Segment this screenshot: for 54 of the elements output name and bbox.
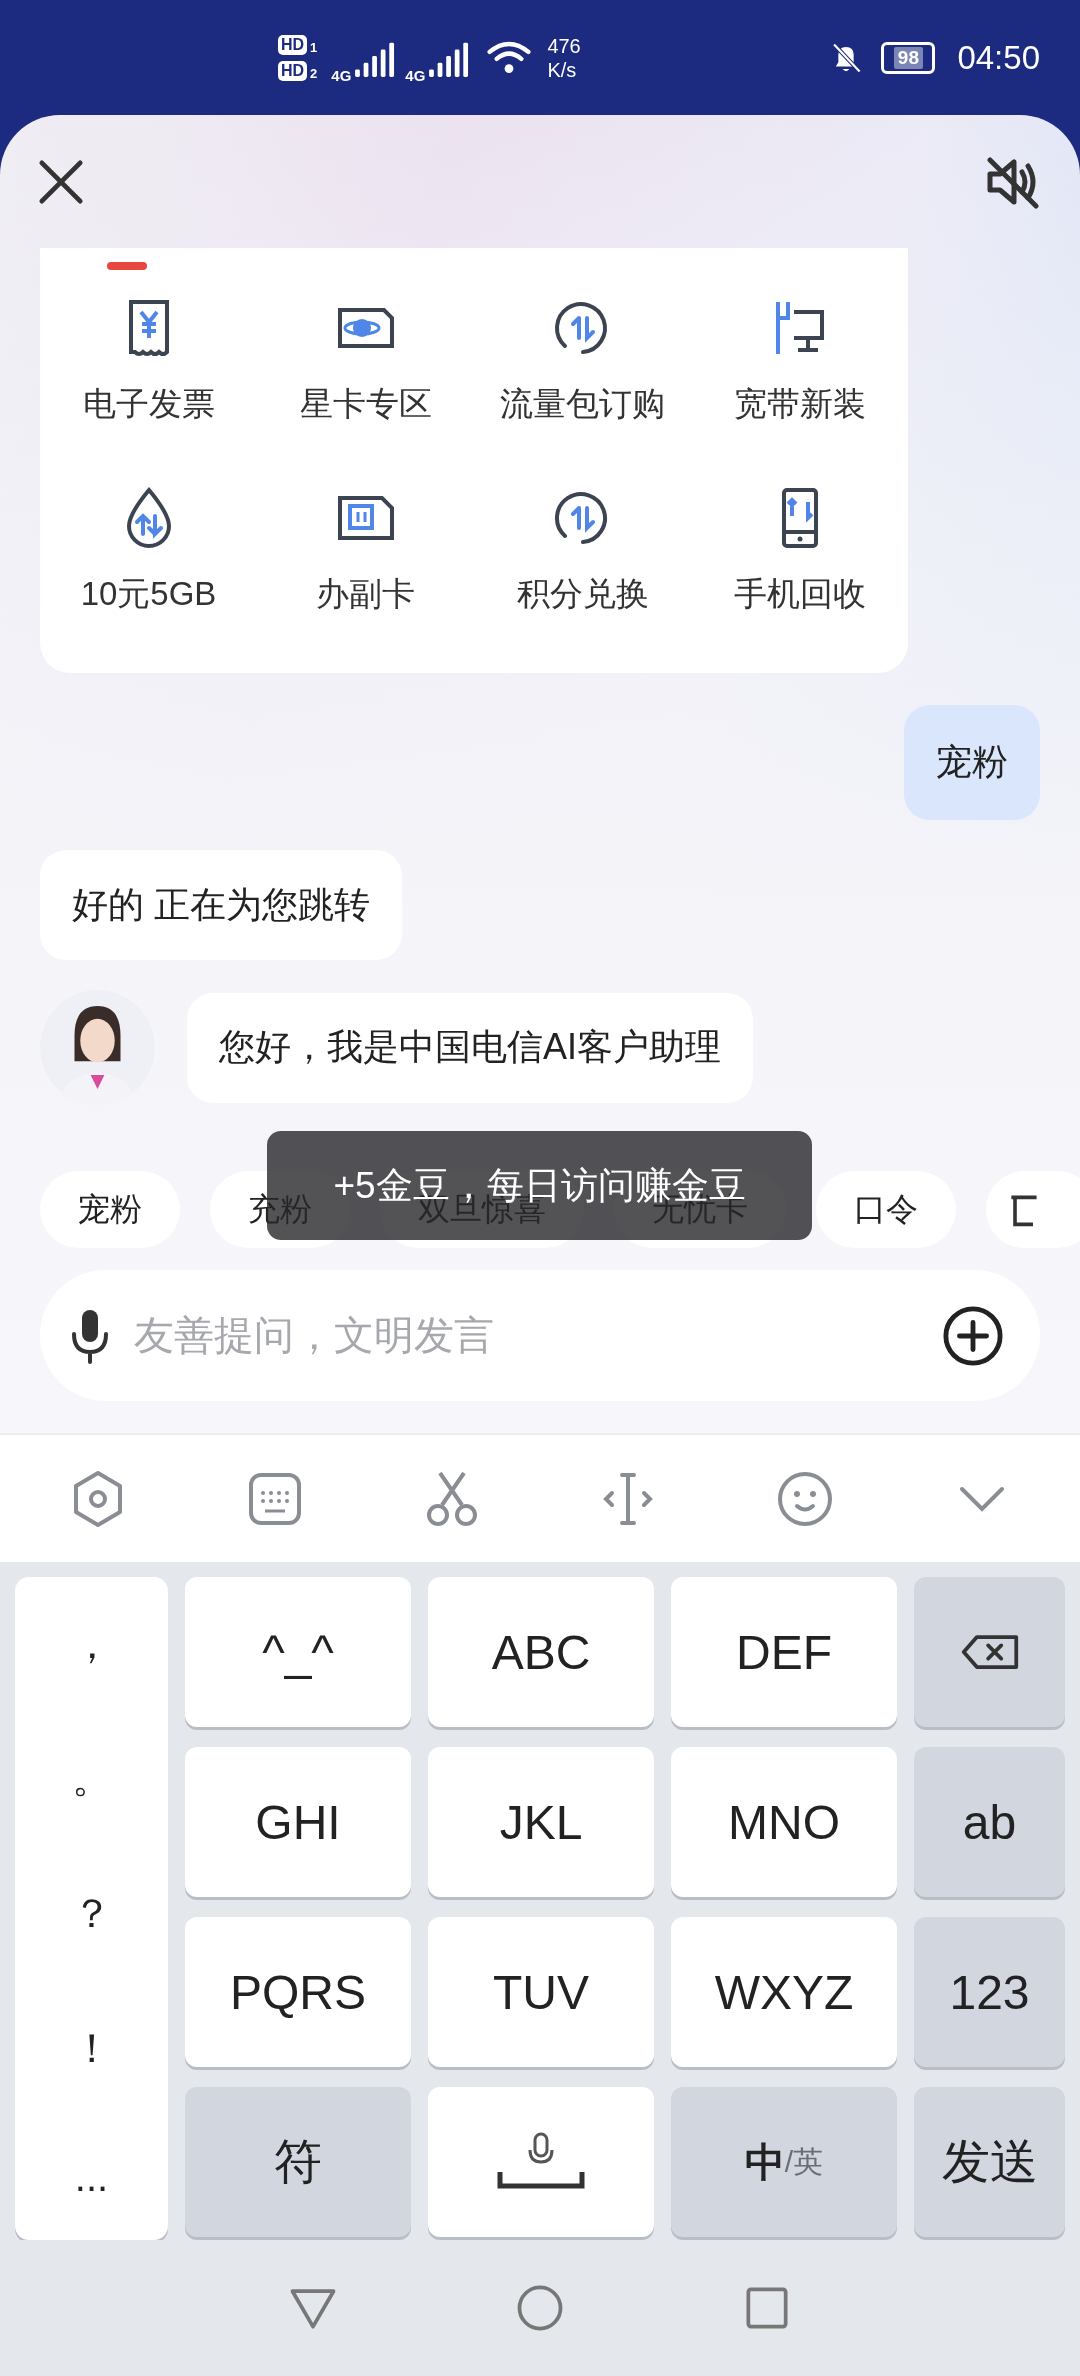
language-key[interactable]: 中/英 bbox=[671, 2087, 897, 2237]
user-message: 宠粉 bbox=[904, 705, 1040, 820]
symbol-key[interactable]: ？ bbox=[31, 1876, 152, 1951]
suggestion-chip[interactable]: 口令 bbox=[816, 1171, 956, 1248]
backspace-icon bbox=[959, 1633, 1020, 1671]
service-label[interactable]: 10元5GB bbox=[80, 574, 217, 614]
suggestion-chip[interactable]: 宠粉 bbox=[40, 1171, 180, 1248]
service-label[interactable]: 电子发票 bbox=[82, 384, 215, 424]
battery-level: 98 bbox=[893, 46, 923, 69]
close-icon[interactable] bbox=[38, 158, 84, 205]
space-mic-icon bbox=[496, 2132, 586, 2192]
sim-slot: 2 bbox=[310, 66, 318, 81]
symbol-key[interactable]: 。 bbox=[31, 1741, 152, 1817]
speed-unit: K/s bbox=[547, 57, 578, 82]
delete-key[interactable] bbox=[914, 1577, 1065, 1727]
hd-badge: HD bbox=[278, 34, 308, 55]
tab-indicator bbox=[107, 262, 147, 270]
sim-slot: 1 bbox=[310, 40, 318, 55]
microphone-icon[interactable] bbox=[70, 1307, 110, 1364]
function-key[interactable]: ab bbox=[914, 1747, 1065, 1897]
letter-key[interactable]: JKL bbox=[428, 1747, 654, 1897]
symbol-key[interactable]: ... bbox=[34, 2145, 149, 2211]
clock: 04:50 bbox=[957, 38, 1040, 77]
service-label[interactable]: 办副卡 bbox=[316, 574, 415, 614]
network-type: 4G bbox=[331, 67, 352, 84]
service-label[interactable]: 手机回收 bbox=[733, 574, 866, 614]
service-label[interactable]: 星卡专区 bbox=[299, 384, 432, 424]
network-type: 4G bbox=[405, 67, 426, 84]
function-key[interactable]: 发送 bbox=[914, 2087, 1065, 2237]
symbol-key[interactable]: ， bbox=[31, 1606, 152, 1682]
letter-key[interactable]: DEF bbox=[671, 1577, 897, 1727]
letter-key[interactable]: WXYZ bbox=[671, 1917, 897, 2067]
service-label[interactable]: 积分兑换 bbox=[516, 574, 649, 614]
space-key[interactable] bbox=[428, 2087, 654, 2237]
function-key[interactable]: 符 bbox=[185, 2087, 411, 2237]
suggestion-chip[interactable] bbox=[986, 1171, 1080, 1248]
letter-key[interactable]: ABC bbox=[428, 1577, 654, 1727]
plus-icon[interactable] bbox=[942, 1304, 1004, 1367]
service-label[interactable]: 流量包订购 bbox=[500, 384, 665, 424]
function-key[interactable]: 123 bbox=[914, 1917, 1065, 2067]
letter-key[interactable]: ^_^ bbox=[185, 1577, 411, 1727]
bot-message: 您好，我是中国电信AI客户助理 bbox=[187, 992, 753, 1103]
letter-key[interactable]: MNO bbox=[671, 1747, 897, 1897]
letter-key[interactable]: PQRS bbox=[185, 1917, 411, 2067]
letter-key[interactable]: TUV bbox=[428, 1917, 654, 2067]
symbol-key[interactable]: ！ bbox=[31, 2010, 152, 2086]
bot-message: 好的 正在为您跳转 bbox=[40, 850, 402, 960]
hd-badge: HD bbox=[278, 60, 308, 81]
wifi-icon bbox=[487, 39, 532, 76]
service-label[interactable]: 宽带新装 bbox=[733, 384, 866, 424]
speed-value: 476 bbox=[547, 33, 581, 58]
message-field[interactable]: 友善提问，文明发言 bbox=[40, 1270, 1040, 1401]
letter-key[interactable]: GHI bbox=[185, 1747, 411, 1897]
message-input[interactable]: 友善提问，文明发言 bbox=[132, 1312, 920, 1359]
